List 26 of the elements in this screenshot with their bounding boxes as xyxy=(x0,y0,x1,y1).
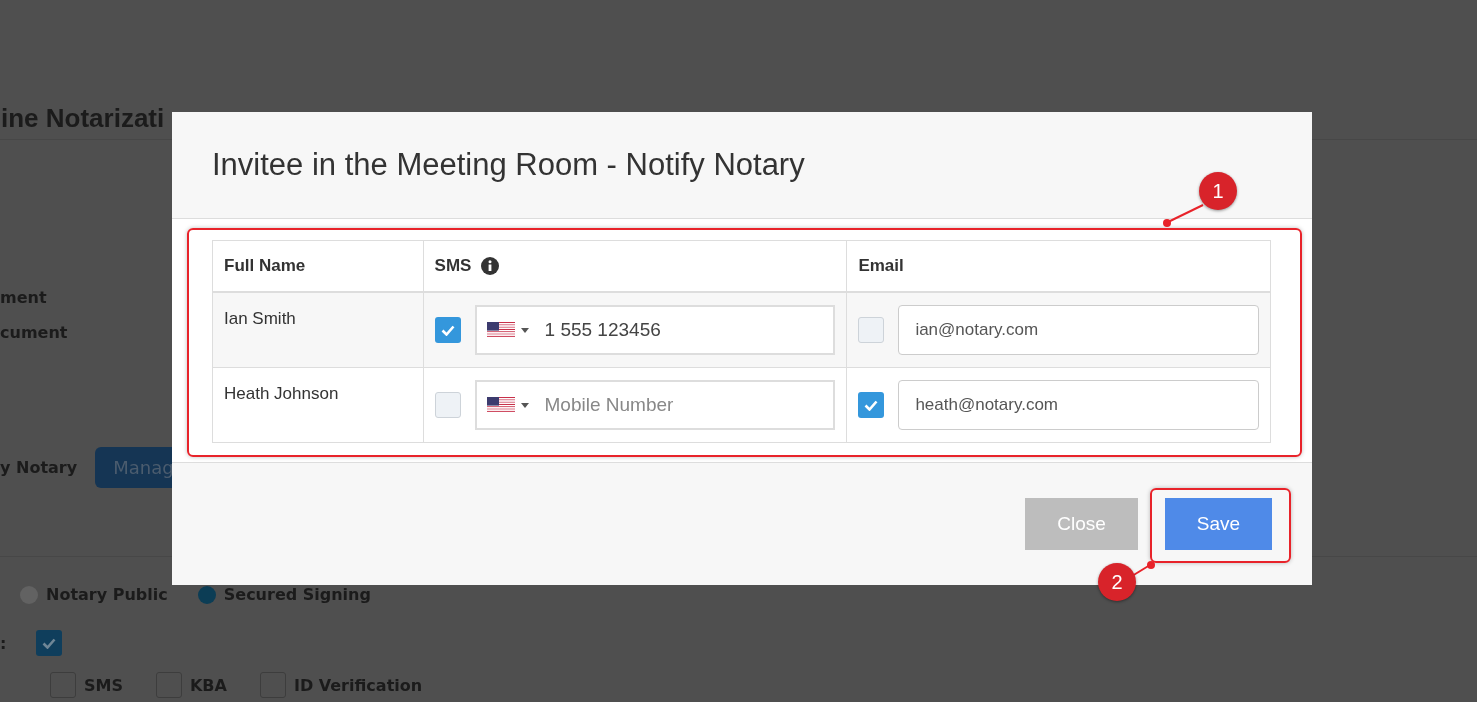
column-header: SMS xyxy=(434,256,472,276)
caret-icon xyxy=(520,402,529,408)
email-checkbox[interactable] xyxy=(858,317,885,343)
table-cell-text: Ian Smith xyxy=(224,308,297,329)
email-field[interactable]: heath@notary.com xyxy=(898,380,1259,430)
checkmark-icon xyxy=(42,637,57,649)
email-field[interactable]: ian@notary.com xyxy=(898,305,1259,355)
dialog-title: Invitee in the Meeting Room - Notify Notary xyxy=(212,147,805,183)
column-header: Full Name xyxy=(224,256,306,275)
info-icon[interactable] xyxy=(481,257,500,275)
checkbox[interactable] xyxy=(36,630,63,656)
flag-icon xyxy=(486,397,515,413)
email-checkbox[interactable] xyxy=(858,392,885,418)
sms-checkbox[interactable] xyxy=(434,392,461,418)
checkmark-icon xyxy=(864,399,879,411)
field-label: : xyxy=(0,633,7,653)
checkmark-icon xyxy=(440,324,455,336)
phone-field[interactable]: 1 555 123456 xyxy=(474,305,836,355)
radio-button[interactable] xyxy=(197,585,216,604)
table-cell-text: Heath Johnson xyxy=(224,383,340,404)
phone-field[interactable]: Mobile Number xyxy=(474,380,836,430)
flag-icon xyxy=(486,322,515,338)
caret-icon xyxy=(520,327,529,333)
sms-checkbox[interactable] xyxy=(434,317,461,343)
column-header: Email xyxy=(858,256,904,275)
step-badge: 2 xyxy=(1098,563,1136,601)
